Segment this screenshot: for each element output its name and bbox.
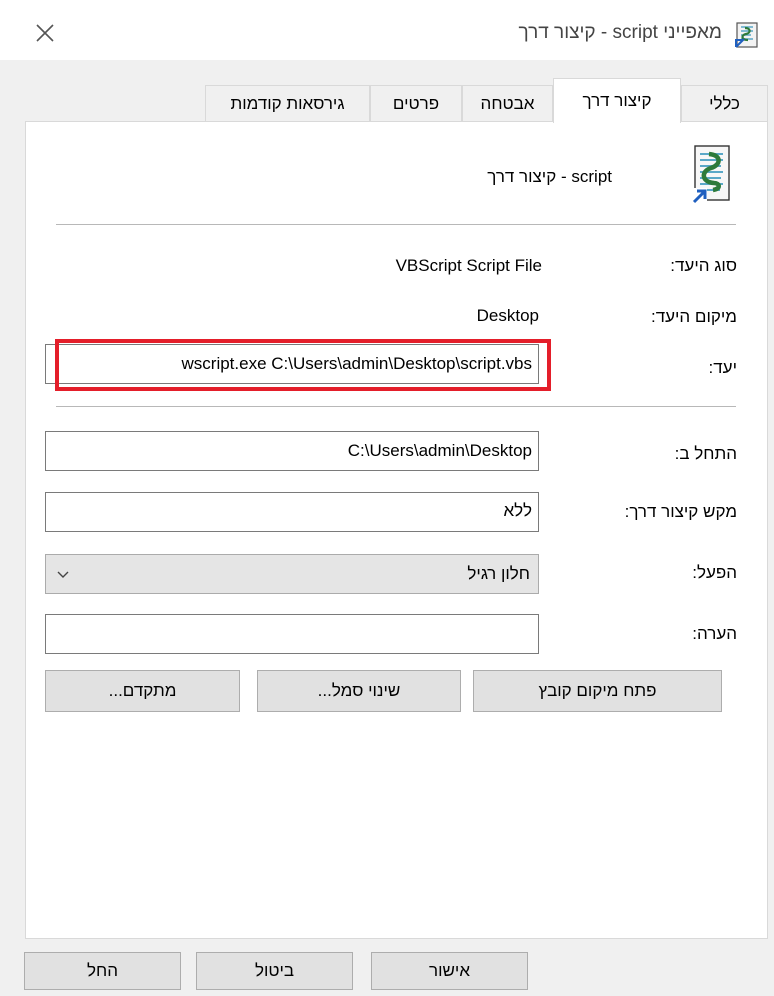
target-type-label: סוג היעד: bbox=[670, 256, 737, 275]
ok-button[interactable]: אישור bbox=[371, 952, 528, 990]
shortcut-key-label: מקש קיצור דרך: bbox=[624, 502, 737, 521]
cancel-button[interactable]: ביטול bbox=[196, 952, 353, 990]
open-file-location-button[interactable]: פתח מיקום קובץ bbox=[473, 670, 722, 712]
advanced-button[interactable]: מתקדם... bbox=[45, 670, 240, 712]
tab-previous-versions[interactable]: גירסאות קודמות bbox=[205, 85, 370, 122]
tab-panel: script - קיצור דרך סוג היעד: VBScript Sc… bbox=[25, 121, 768, 939]
run-dropdown[interactable]: חלון רגיל bbox=[45, 554, 539, 594]
close-button[interactable] bbox=[28, 16, 62, 50]
start-in-input[interactable]: C:\Users\admin\Desktop bbox=[45, 431, 539, 471]
tab-details[interactable]: פרטים bbox=[370, 85, 462, 122]
run-label: הפעל: bbox=[692, 563, 737, 582]
shortcut-icon bbox=[687, 142, 737, 212]
separator bbox=[56, 406, 736, 407]
shortcut-key-input[interactable]: ללא bbox=[45, 492, 539, 532]
target-type-value: VBScript Script File bbox=[395, 256, 542, 275]
separator bbox=[56, 224, 736, 225]
start-in-label: התחל ב: bbox=[674, 444, 737, 463]
run-dropdown-value: חלון רגיל bbox=[467, 564, 530, 583]
window-title: מאפייני script - קיצור דרך bbox=[518, 22, 722, 43]
target-location-value: Desktop bbox=[476, 306, 539, 325]
chevron-down-icon bbox=[56, 555, 70, 593]
close-icon bbox=[36, 24, 54, 42]
comment-input[interactable] bbox=[45, 614, 539, 654]
tab-security[interactable]: אבטחה bbox=[462, 85, 553, 122]
target-input[interactable]: wscript.exe C:\Users\admin\Desktop\scrip… bbox=[45, 344, 539, 384]
tab-general[interactable]: כללי bbox=[681, 85, 768, 122]
apply-button[interactable]: החל bbox=[24, 952, 181, 990]
script-file-icon bbox=[734, 22, 760, 48]
shortcut-name: script - קיצור דרך bbox=[487, 167, 612, 186]
target-location-label: מיקום היעד: bbox=[650, 307, 737, 326]
tab-shortcut[interactable]: קיצור דרך bbox=[553, 78, 681, 123]
comment-label: הערה: bbox=[692, 624, 737, 643]
target-label: יעד: bbox=[708, 358, 737, 377]
change-icon-button[interactable]: שינוי סמל... bbox=[257, 670, 461, 712]
